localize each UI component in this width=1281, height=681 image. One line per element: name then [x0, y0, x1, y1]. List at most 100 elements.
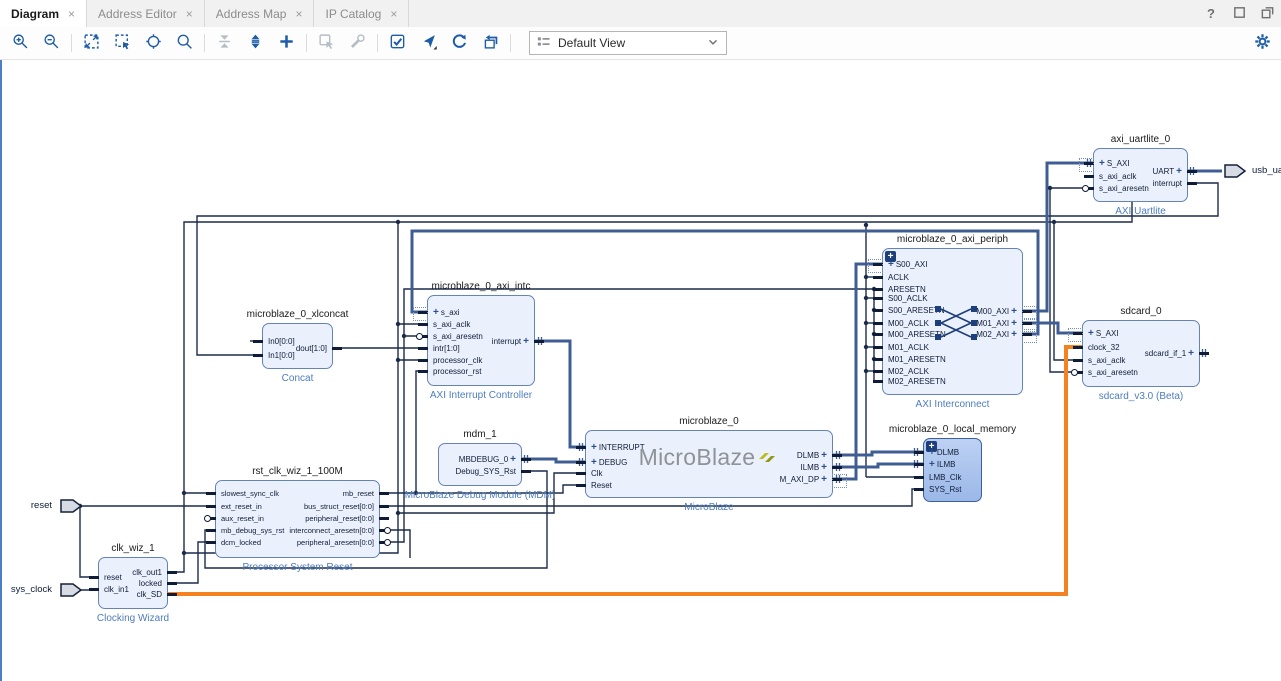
port-microblaze-0-local-memory-ilmb[interactable]: +ILMB — [929, 460, 956, 470]
zoom-out-icon[interactable] — [37, 30, 66, 56]
port-microblaze-0-axi-intc-intr-1-0[interactable]: intr[1:0] — [433, 344, 460, 354]
port-clk-wiz-1-reset[interactable]: reset — [104, 573, 122, 583]
port-rst-clk-wiz-1-100m-peripheral-reset-0-0[interactable]: peripheral_reset[0:0] — [305, 514, 374, 524]
zoom-fit-icon[interactable] — [77, 30, 106, 56]
port-axi-uartlite-0-s-axi-aresetn[interactable]: s_axi_aresetn — [1099, 184, 1149, 194]
tab-close-icon[interactable]: × — [295, 7, 302, 21]
port-microblaze-0-axi-periph-m01-axi[interactable]: M01_AXI+ — [976, 319, 1017, 329]
tab-close-icon[interactable]: × — [186, 7, 193, 21]
view-selector[interactable]: Default View — [529, 31, 727, 55]
fit-selection-icon[interactable] — [139, 30, 168, 56]
port-microblaze-0-axi-intc-processor-rst[interactable]: processor_rst — [433, 367, 481, 377]
ip-block-axi-uartlite-0[interactable]: axi_uartlite_0AXI Uartlite+S_AXIs_axi_ac… — [1093, 148, 1188, 202]
external-port-reset[interactable] — [60, 499, 82, 518]
port-microblaze-0-local-memory-dlmb[interactable]: +DLMB — [929, 448, 959, 458]
wire[interactable] — [168, 542, 215, 583]
port-sdcard-0-sdcard-if-1[interactable]: sdcard_if_1+ — [1145, 349, 1194, 359]
port-rst-clk-wiz-1-100m-mb-reset[interactable]: mb_reset — [343, 489, 374, 499]
tab-close-icon[interactable]: × — [390, 7, 397, 21]
ip-block-microblaze-0-axi-intc[interactable]: microblaze_0_axi_intcAXI Interrupt Contr… — [427, 295, 535, 386]
wire[interactable] — [80, 506, 98, 577]
wire[interactable] — [833, 452, 923, 455]
external-port-usb-uart[interactable] — [1224, 164, 1246, 183]
port-axi-uartlite-0-s-axi[interactable]: +S_AXI — [1099, 159, 1130, 169]
zoom-to-selection-icon[interactable] — [108, 30, 137, 56]
port-microblaze-0-axi-periph-aclk[interactable]: ACLK — [888, 273, 909, 283]
ip-block-mdm-1[interactable]: mdm_1MicroBlaze Debug Module (MDM)MBDEBU… — [438, 443, 522, 486]
port-microblaze-0-axi-intc-s-axi[interactable]: +s_axi — [433, 308, 460, 318]
port-sdcard-0-s-axi[interactable]: +S_AXI — [1088, 329, 1119, 339]
diagram-canvas[interactable]: microblaze_0_xlconcatConcatIn0[0:0]In1[0… — [0, 0, 1281, 681]
help-icon[interactable]: ? — [1203, 6, 1219, 22]
refresh-icon[interactable] — [445, 30, 474, 56]
ip-block-rst-clk-wiz-1-100m[interactable]: rst_clk_wiz_1_100MProcessor System Reset… — [215, 480, 380, 558]
port-rst-clk-wiz-1-100m-slowest-sync-clk[interactable]: slowest_sync_clk — [221, 489, 279, 499]
zoom-in-icon[interactable] — [6, 30, 35, 56]
tab-address-editor[interactable]: Address Editor× — [87, 0, 205, 27]
port-rst-clk-wiz-1-100m-bus-struct-reset-0-0[interactable]: bus_struct_reset[0:0] — [304, 502, 374, 512]
pin-icon[interactable] — [414, 30, 443, 56]
port-rst-clk-wiz-1-100m-mb-debug-sys-rst[interactable]: mb_debug_sys_rst — [221, 526, 284, 536]
add-ip-icon[interactable] — [272, 30, 301, 56]
ip-block-microblaze-0-xlconcat[interactable]: microblaze_0_xlconcatConcatIn0[0:0]In1[0… — [262, 323, 333, 369]
port-microblaze-0-axi-periph-s00-axi[interactable]: +S00_AXI — [888, 260, 927, 270]
port-microblaze-0-axi-intc-interrupt[interactable]: interrupt+ — [492, 337, 529, 347]
settings-icon[interactable] — [1254, 33, 1274, 53]
port-axi-uartlite-0-s-axi-aclk[interactable]: s_axi_aclk — [1099, 172, 1136, 182]
port-rst-clk-wiz-1-100m-aux-reset-in[interactable]: aux_reset_in — [221, 514, 264, 524]
port-microblaze-0-reset[interactable]: Reset — [591, 481, 612, 491]
port-microblaze-0-axi-periph-m02-axi[interactable]: M02_AXI+ — [976, 330, 1017, 340]
port-mdm-1-mbdebug-0[interactable]: MBDEBUG_0+ — [459, 455, 516, 465]
maximize-icon[interactable] — [1231, 6, 1247, 22]
port-microblaze-0-axi-periph-m00-axi[interactable]: M00_AXI+ — [976, 307, 1017, 317]
ip-block-sdcard-0[interactable]: sdcard_0sdcard_v3.0 (Beta)+S_AXIclock_32… — [1082, 320, 1200, 387]
port-sdcard-0-clock-32[interactable]: clock_32 — [1088, 343, 1120, 353]
port-microblaze-0-axi-periph-m01-aclk[interactable]: M01_ACLK — [888, 343, 929, 353]
port-rst-clk-wiz-1-100m-peripheral-aresetn-0-0[interactable]: peripheral_aresetn[0:0] — [297, 538, 374, 548]
ip-block-microblaze-0-local-memory[interactable]: microblaze_0_local_memory++DLMB+ILMBLMB_… — [923, 438, 982, 502]
port-microblaze-0-axi-periph-m02-aresetn[interactable]: M02_ARESETN — [888, 377, 946, 387]
port-microblaze-0-axi-periph-m01-aresetn[interactable]: M01_ARESETN — [888, 355, 946, 365]
tab-close-icon[interactable]: × — [68, 7, 75, 21]
port-mdm-1-debug-sys-rst[interactable]: Debug_SYS_Rst — [456, 467, 516, 477]
port-clk-wiz-1-clk-out1[interactable]: clk_out1 — [132, 568, 162, 578]
port-microblaze-0-axi-periph-s00-aclk[interactable]: S00_ACLK — [888, 294, 928, 304]
ip-block-microblaze-0-axi-periph[interactable]: microblaze_0_axi_periphAXI Interconnect+… — [882, 248, 1023, 395]
ip-block-microblaze-0[interactable]: microblaze_0MicroBlaze+INTERRUPT+DEBUGCl… — [585, 430, 833, 498]
port-rst-clk-wiz-1-100m-ext-reset-in[interactable]: ext_reset_in — [221, 502, 262, 512]
port-microblaze-0-local-memory-sys-rst[interactable]: SYS_Rst — [929, 485, 961, 495]
wire[interactable] — [197, 183, 1218, 355]
port-microblaze-0-xlconcat-in1-0-0[interactable]: In1[0:0] — [268, 351, 295, 361]
tab-address-map[interactable]: Address Map× — [205, 0, 315, 27]
port-clk-wiz-1-clk-sd[interactable]: clk_SD — [137, 590, 162, 600]
port-axi-uartlite-0-interrupt[interactable]: interrupt — [1153, 179, 1182, 189]
port-microblaze-0-m-axi-dp[interactable]: M_AXI_DP+ — [780, 475, 827, 485]
regenerate-layout-icon[interactable] — [476, 30, 505, 56]
port-microblaze-0-axi-periph-m02-aclk[interactable]: M02_ACLK — [888, 367, 929, 377]
port-sdcard-0-s-axi-aclk[interactable]: s_axi_aclk — [1088, 356, 1125, 366]
port-sdcard-0-s-axi-aresetn[interactable]: s_axi_aresetn — [1088, 368, 1138, 378]
port-microblaze-0-axi-intc-s-axi-aclk[interactable]: s_axi_aclk — [433, 320, 470, 330]
search-icon[interactable] — [170, 30, 199, 56]
port-microblaze-0-axi-periph-m00-aclk[interactable]: M00_ACLK — [888, 319, 929, 329]
port-microblaze-0-axi-intc-s-axi-aresetn[interactable]: s_axi_aresetn — [433, 332, 483, 342]
external-port-sys-clock[interactable] — [60, 583, 82, 602]
port-rst-clk-wiz-1-100m-dcm-locked[interactable]: dcm_locked — [221, 538, 261, 548]
wire[interactable] — [416, 371, 427, 493]
tab-diagram[interactable]: Diagram× — [0, 0, 87, 27]
port-microblaze-0-axi-intc-processor-clk[interactable]: processor_clk — [433, 356, 482, 366]
port-clk-wiz-1-locked[interactable]: locked — [139, 579, 162, 589]
expand-hierarchy-icon[interactable] — [241, 30, 270, 56]
wire[interactable] — [535, 341, 585, 447]
port-clk-wiz-1-clk-in1[interactable]: clk_in1 — [104, 585, 129, 595]
port-microblaze-0-local-memory-lmb-clk[interactable]: LMB_Clk — [929, 473, 961, 483]
port-microblaze-0-xlconcat-in0-0-0[interactable]: In0[0:0] — [268, 337, 295, 347]
tab-ip-catalog[interactable]: IP Catalog× — [314, 0, 409, 27]
port-microblaze-0-xlconcat-dout-1-0[interactable]: dout[1:0] — [296, 344, 327, 354]
port-rst-clk-wiz-1-100m-interconnect-aresetn-0-0[interactable]: interconnect_aresetn[0:0] — [289, 526, 374, 536]
wire[interactable] — [833, 464, 923, 467]
ip-block-clk-wiz-1[interactable]: clk_wiz_1Clocking Wizardresetclk_in1clk_… — [98, 557, 168, 609]
float-icon[interactable] — [1259, 6, 1275, 22]
port-axi-uartlite-0-uart[interactable]: UART+ — [1153, 167, 1182, 177]
validate-design-icon[interactable] — [383, 30, 412, 56]
